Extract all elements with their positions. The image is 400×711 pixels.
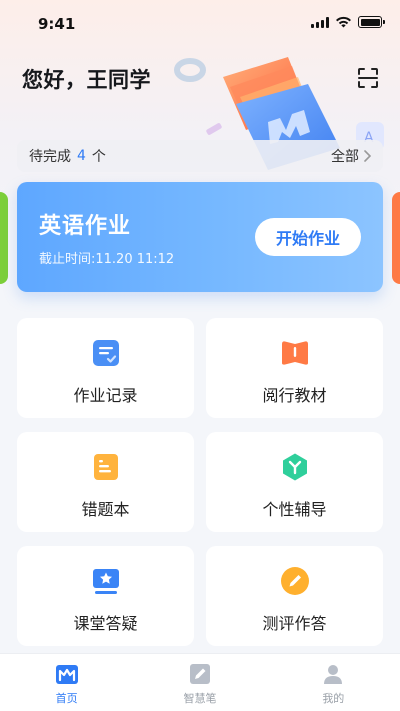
greeting-text: 您好，王同学 <box>22 68 151 92</box>
home-icon <box>55 665 78 684</box>
homework-deadline: 截止时间:11.20 11:12 <box>39 252 175 267</box>
tile-homework-record[interactable]: 作业记录 <box>17 318 194 418</box>
todo-count: 4 <box>77 148 86 164</box>
status-icons <box>311 16 385 28</box>
textbook-icon <box>281 341 308 365</box>
profile-icon <box>324 665 343 684</box>
tab-label: 智慧笔 <box>183 692 217 705</box>
prev-homework-card[interactable] <box>0 192 8 284</box>
tab-home[interactable]: 首页 <box>0 654 133 711</box>
scan-icon[interactable] <box>356 66 380 90</box>
battery-icon <box>358 16 385 28</box>
homework-title: 英语作业 <box>39 214 132 239</box>
next-homework-card[interactable] <box>392 192 400 284</box>
personal-tutor-icon <box>282 453 307 481</box>
tile-textbook[interactable]: 阅行教材 <box>206 318 383 418</box>
tile-label: 阅行教材 <box>262 386 327 405</box>
tile-label: 作业记录 <box>73 386 138 405</box>
signal-icon <box>311 16 329 28</box>
homework-card[interactable]: 英语作业 截止时间:11.20 11:12 开始作业 <box>17 182 383 292</box>
tile-wrong-questions[interactable]: 错题本 <box>17 432 194 532</box>
tab-smart-pen[interactable]: 智慧笔 <box>133 654 266 711</box>
view-all-button[interactable]: 全部 <box>331 146 371 166</box>
smart-pen-icon <box>189 664 210 684</box>
tile-personal-tutor[interactable]: 个性辅导 <box>206 432 383 532</box>
wrong-questions-icon <box>93 454 118 480</box>
homework-record-icon <box>92 340 119 366</box>
view-all-label: 全部 <box>331 149 359 165</box>
tab-label: 我的 <box>322 692 345 705</box>
tile-label: 课堂答疑 <box>73 614 138 633</box>
tile-label: 测评作答 <box>262 614 327 633</box>
todo-label: 待完成 <box>29 149 71 165</box>
tab-label: 首页 <box>55 692 78 705</box>
todo-summary-bar: 待完成 4 个 全部 <box>17 140 383 172</box>
start-homework-button[interactable]: 开始作业 <box>255 218 361 256</box>
tile-class-qa[interactable]: 课堂答疑 <box>17 546 194 646</box>
tile-label: 错题本 <box>81 500 130 519</box>
status-bar: 9:41 <box>0 0 400 48</box>
bottom-tab-bar: 首页 智慧笔 我的 <box>0 653 400 711</box>
wifi-icon <box>336 16 351 28</box>
todo-unit: 个 <box>91 149 106 165</box>
assessment-icon <box>280 567 309 595</box>
tile-assessment[interactable]: 测评作答 <box>206 546 383 646</box>
status-time: 9:41 <box>38 15 76 33</box>
tile-label: 个性辅导 <box>262 500 327 519</box>
class-qa-icon <box>92 569 119 594</box>
tab-profile[interactable]: 我的 <box>267 654 400 711</box>
chevron-right-icon <box>364 150 371 162</box>
